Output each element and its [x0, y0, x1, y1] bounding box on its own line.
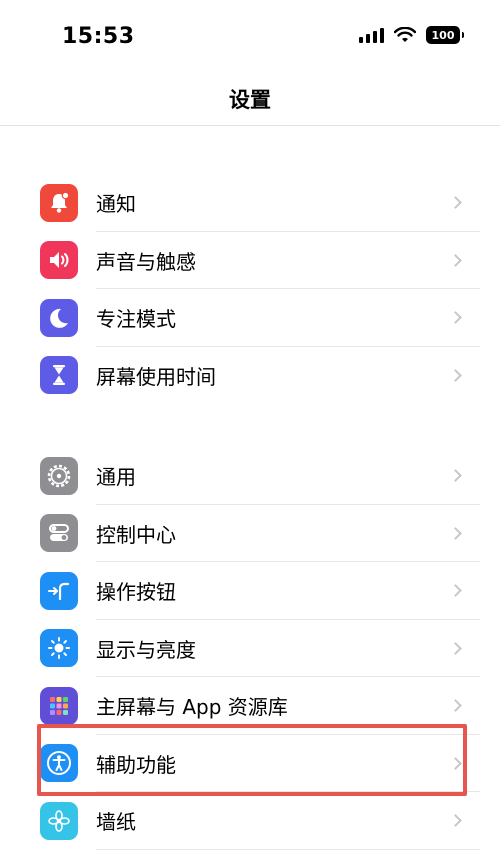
settings-row-wallpaper[interactable]: 墙纸 [0, 792, 500, 850]
chevron-right-icon [449, 196, 462, 210]
action-button-icon [40, 571, 78, 610]
chevron-right-icon [449, 584, 462, 598]
status-time: 15:53 [62, 24, 135, 49]
cellular-signal-icon [359, 27, 384, 43]
chevron-right-icon [449, 814, 462, 828]
status-icons: 100 [359, 26, 464, 44]
settings-row-focus[interactable]: 专注模式 [0, 289, 500, 347]
wifi-icon [394, 27, 416, 42]
settings-row-sounds[interactable]: 声音与触感 [0, 232, 500, 289]
flower-icon [40, 801, 78, 840]
settings-row-control-center[interactable]: 控制中心 [0, 505, 500, 562]
chevron-right-icon [449, 469, 462, 483]
chevron-right-icon [449, 756, 462, 770]
settings-row-label: 主屏幕与 App 资源库 [96, 695, 288, 720]
chevron-right-icon [449, 641, 462, 655]
settings-row-screen-time[interactable]: 屏幕使用时间 [0, 347, 500, 405]
settings-row-label: 屏幕使用时间 [96, 364, 216, 389]
speaker-icon [40, 241, 78, 280]
accessibility-icon [40, 744, 78, 783]
settings-row-label: 控制中心 [96, 522, 176, 547]
chevron-right-icon [449, 311, 462, 325]
settings-row-home-screen[interactable]: 主屏幕与 App 资源库 [0, 677, 500, 735]
settings-row-label: 墙纸 [96, 810, 136, 835]
gear-icon [40, 456, 78, 495]
hourglass-icon [40, 356, 78, 395]
settings-group-2: 通用 控制中心 操作按钮 显示与亮度 主屏幕与 App 资源库 辅助功能 墙纸 [0, 447, 500, 850]
app-grid-icon [40, 686, 78, 725]
chevron-right-icon [449, 699, 462, 713]
settings-row-label: 通用 [96, 465, 136, 490]
settings-row-display[interactable]: 显示与亮度 [0, 620, 500, 677]
chevron-right-icon [449, 526, 462, 540]
nav-bar: 设置 [0, 74, 500, 126]
settings-row-label: 通知 [96, 192, 136, 217]
settings-row-general[interactable]: 通用 [0, 447, 500, 505]
divider [96, 848, 480, 850]
settings-row-notifications[interactable]: 通知 [0, 174, 500, 232]
chevron-right-icon [449, 253, 462, 267]
settings-row-label: 辅助功能 [96, 752, 176, 777]
settings-row-label: 专注模式 [96, 307, 176, 332]
battery-icon: 100 [426, 26, 464, 44]
settings-row-label: 显示与亮度 [96, 637, 196, 662]
moon-icon [40, 298, 78, 337]
settings-group-1: 通知 声音与触感 专注模式 屏幕使用时间 [0, 174, 500, 404]
page-title: 设置 [229, 88, 271, 112]
settings-row-action-button[interactable]: 操作按钮 [0, 562, 500, 620]
chevron-right-icon [449, 368, 462, 382]
status-bar: 15:53 100 [0, 0, 500, 74]
toggles-icon [40, 514, 78, 553]
settings-row-label: 操作按钮 [96, 580, 176, 605]
sun-icon [40, 629, 78, 668]
settings-row-accessibility[interactable]: 辅助功能 [0, 735, 500, 792]
settings-row-label: 声音与触感 [96, 249, 196, 274]
bell-icon [40, 183, 78, 222]
